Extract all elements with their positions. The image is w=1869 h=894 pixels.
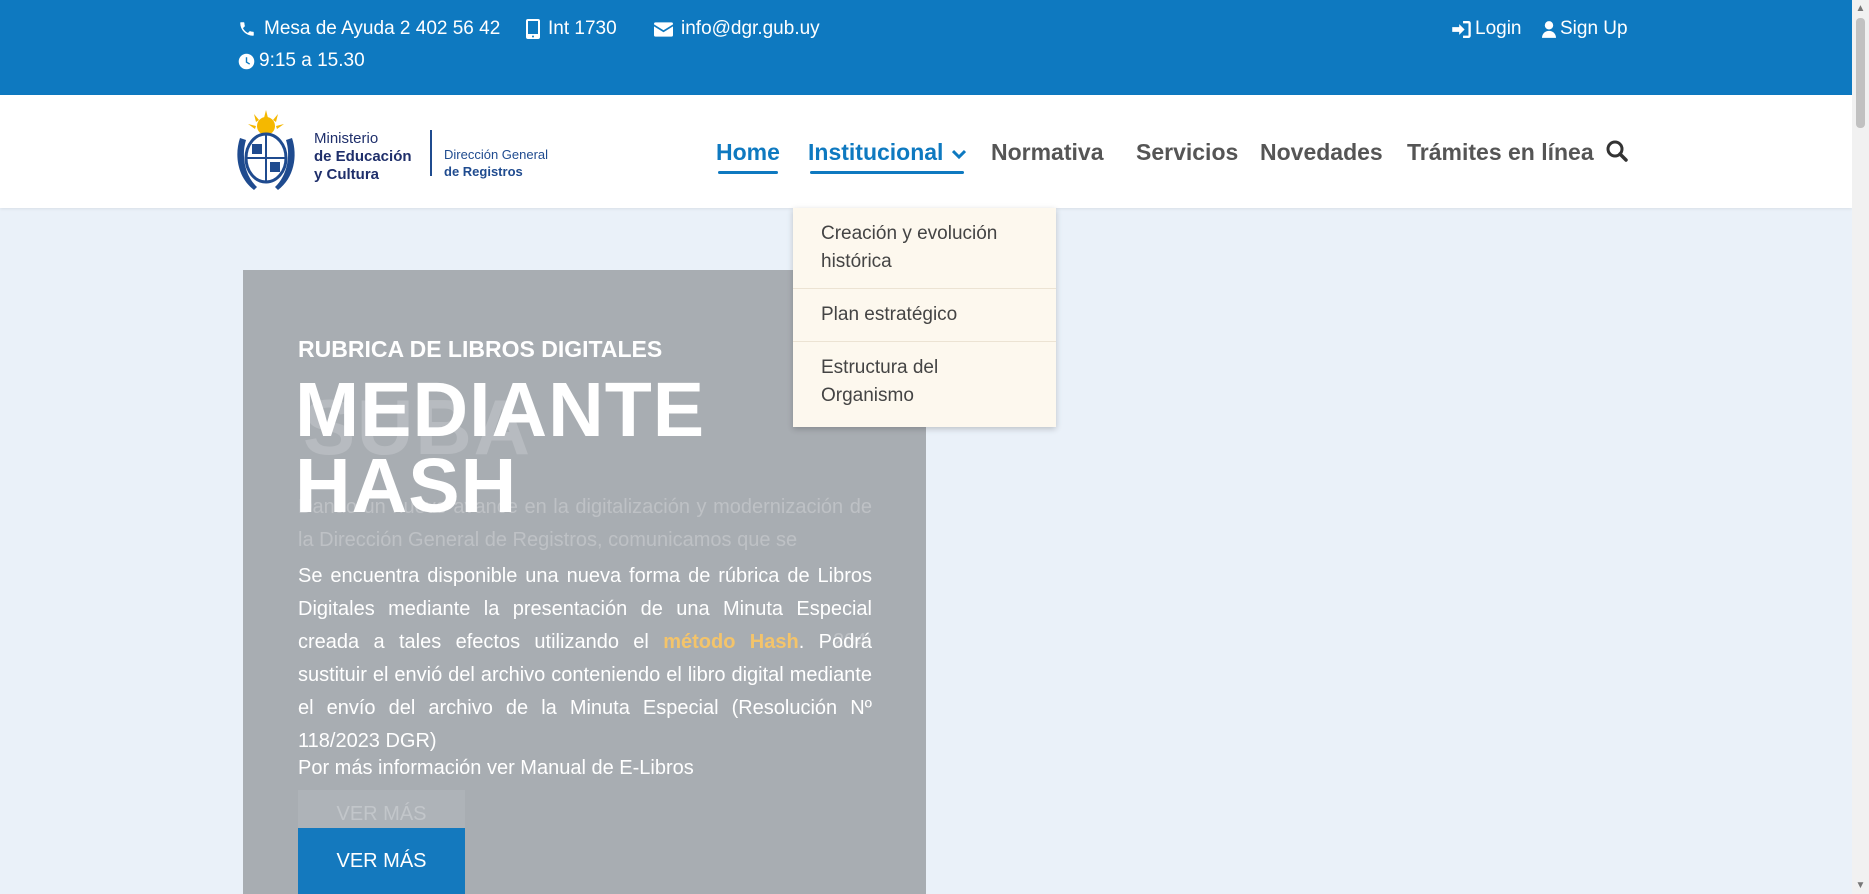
hours-info: 9:15 a 15.30 (238, 50, 365, 72)
nav-institucional[interactable]: Institucional (808, 139, 966, 174)
nav-tramites[interactable]: Trámites en línea (1407, 139, 1594, 166)
sign-in-icon (1452, 20, 1471, 38)
logo-divider (430, 130, 432, 176)
site-logo[interactable]: Ministerio de Educación y Cultura Direcc… (228, 108, 558, 196)
clock-icon (238, 53, 255, 69)
hero-title: MEDIANTE HASH (295, 367, 706, 529)
nav-novedades[interactable]: Novedades (1260, 139, 1383, 166)
scroll-up-icon[interactable]: ▲ (1855, 3, 1866, 14)
dropdown-item-creacion[interactable]: Creación y evolución histórica (793, 208, 1056, 289)
page-scrollbar[interactable]: ▲ ▼ (1852, 0, 1869, 894)
user-icon (1542, 20, 1556, 38)
hash-method-highlight: método Hash (663, 631, 799, 653)
email-link[interactable]: info@dgr.gub.uy (681, 18, 820, 40)
login-label[interactable]: Login (1475, 18, 1522, 40)
helpdesk-text: Mesa de Ayuda 2 402 56 42 (264, 18, 501, 39)
ministry-name: Ministerio de Educación y Cultura (314, 130, 412, 183)
search-icon[interactable] (1605, 139, 1629, 163)
nav-servicios[interactable]: Servicios (1136, 139, 1238, 166)
envelope-icon (654, 21, 673, 37)
signup-link[interactable]: Sign Up (1542, 18, 1628, 40)
scroll-down-icon[interactable]: ▼ (1855, 880, 1866, 891)
dropdown-item-plan[interactable]: Plan estratégico (793, 289, 1056, 342)
mobile-icon (526, 19, 540, 39)
coat-of-arms-icon (237, 110, 295, 190)
nav-institucional-label[interactable]: Institucional (808, 139, 943, 165)
chevron-down-icon (951, 149, 966, 160)
internal-text: Int 1730 (548, 18, 617, 39)
institucional-dropdown-menu: Creación y evolución histórica Plan estr… (793, 208, 1056, 427)
hours-text: 9:15 a 15.30 (259, 50, 365, 71)
nav-home[interactable]: Home (716, 139, 780, 174)
login-link[interactable]: Login (1452, 18, 1522, 40)
dgr-name: Dirección General de Registros (444, 147, 549, 179)
hero-description: Se encuentra disponible una nueva forma … (298, 565, 872, 752)
email-info[interactable]: info@dgr.gub.uy (654, 18, 820, 40)
signup-label[interactable]: Sign Up (1560, 18, 1628, 40)
nav-normativa[interactable]: Normativa (991, 139, 1103, 166)
main-navbar: Ministerio de Educación y Cultura Direcc… (0, 95, 1852, 208)
hero-subtitle: RUBRICA DE LIBROS DIGITALES (298, 336, 663, 362)
hero-more-info: Por más información ver Manual de E-Libr… (298, 757, 694, 779)
top-contact-bar: Mesa de Ayuda 2 402 56 42 Int 1730 info@… (0, 0, 1852, 95)
dropdown-item-estructura[interactable]: Estructura del Organismo (793, 342, 1056, 422)
internal-info: Int 1730 (526, 18, 617, 40)
scroll-thumb[interactable] (1856, 18, 1865, 128)
phone-icon (240, 22, 254, 36)
ver-mas-button[interactable]: VER MÁS (298, 828, 465, 894)
helpdesk-info: Mesa de Ayuda 2 402 56 42 (238, 18, 500, 40)
